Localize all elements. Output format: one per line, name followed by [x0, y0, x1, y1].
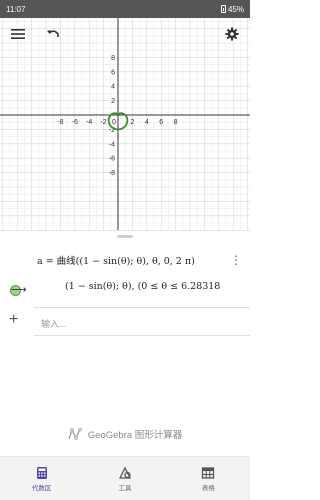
y-tick-label: 4 — [111, 84, 115, 91]
bottom-navigation: 代数区 工具 表格 — [0, 456, 250, 500]
x-tick-label: -2 — [100, 119, 106, 126]
geogebra-logo-icon — [68, 428, 82, 440]
x-tick-label: 4 — [145, 119, 149, 126]
curve-definition[interactable]: a = 曲线((1 − sin(θ); θ), θ, 0, 2 π) — [37, 253, 195, 267]
tools-icon — [118, 466, 132, 479]
algebra-row-curve[interactable]: a = 曲线((1 − sin(θ); θ), θ, 0, 2 π) ⋮ ⟶ (… — [0, 245, 250, 305]
y-tick-label: 2 — [111, 98, 115, 105]
y-tick-label: 8 — [111, 55, 115, 62]
status-right: 45% — [220, 4, 244, 14]
calculator-icon — [36, 466, 47, 479]
settings-gear-icon[interactable] — [224, 26, 240, 42]
x-tick-label: 0 — [112, 119, 116, 126]
nav-label: 表格 — [201, 484, 215, 492]
graph-canvas[interactable]: -8 -6 -4 -2 0 2 4 6 88642-2-4-6-8 — [0, 18, 250, 230]
battery-icon — [220, 5, 226, 13]
nav-label: 代数区 — [31, 484, 52, 492]
table-icon — [202, 466, 215, 479]
x-tick-label: -6 — [72, 119, 78, 126]
y-tick-label: -4 — [109, 141, 115, 148]
nav-label: 工具 — [118, 484, 132, 492]
more-options-icon[interactable]: ⋮ — [230, 253, 242, 267]
x-tick-label: 6 — [159, 119, 163, 126]
nav-algebra-tab[interactable]: 代数区 — [0, 457, 83, 500]
divider — [34, 335, 250, 336]
y-tick-label: 6 — [111, 69, 115, 76]
x-tick-label: 8 — [174, 119, 178, 126]
algebra-input[interactable]: 输入... — [41, 317, 67, 330]
status-bar: 11:07 45% — [0, 0, 250, 18]
y-tick-label: -6 — [109, 156, 115, 163]
nav-tools-tab[interactable]: 工具 — [83, 457, 166, 500]
divider — [34, 307, 250, 308]
battery-level: 45% — [227, 4, 244, 14]
nav-table-tab[interactable]: 表格 — [167, 457, 250, 500]
add-input-plus-icon[interactable]: + — [9, 311, 18, 329]
brand-text: GeoGebra 图形计算器 — [87, 430, 183, 441]
x-tick-label: -8 — [57, 119, 63, 126]
x-tick-label: -4 — [86, 119, 92, 126]
panel-drag-handle[interactable] — [117, 235, 133, 238]
y-tick-label: -8 — [109, 170, 115, 177]
curve-result: (1 − sin(θ); θ), (0 ≤ θ ≤ 6.28318 — [65, 281, 221, 292]
result-arrow-icon: ⟶ — [11, 284, 27, 296]
x-tick-label: 2 — [130, 119, 134, 126]
graphics-view[interactable]: -8 -6 -4 -2 0 2 4 6 8 8 6 4 2 -2 -4 -6 -8 — [0, 18, 250, 230]
undo-icon[interactable] — [45, 26, 61, 42]
brand-footer: GeoGebra 图形计算器 — [0, 427, 250, 441]
status-time: 11:07 — [6, 4, 26, 14]
algebra-panel: a = 曲线((1 − sin(θ); θ), θ, 0, 2 π) ⋮ ⟶ (… — [0, 230, 250, 456]
menu-icon[interactable] — [10, 26, 26, 42]
